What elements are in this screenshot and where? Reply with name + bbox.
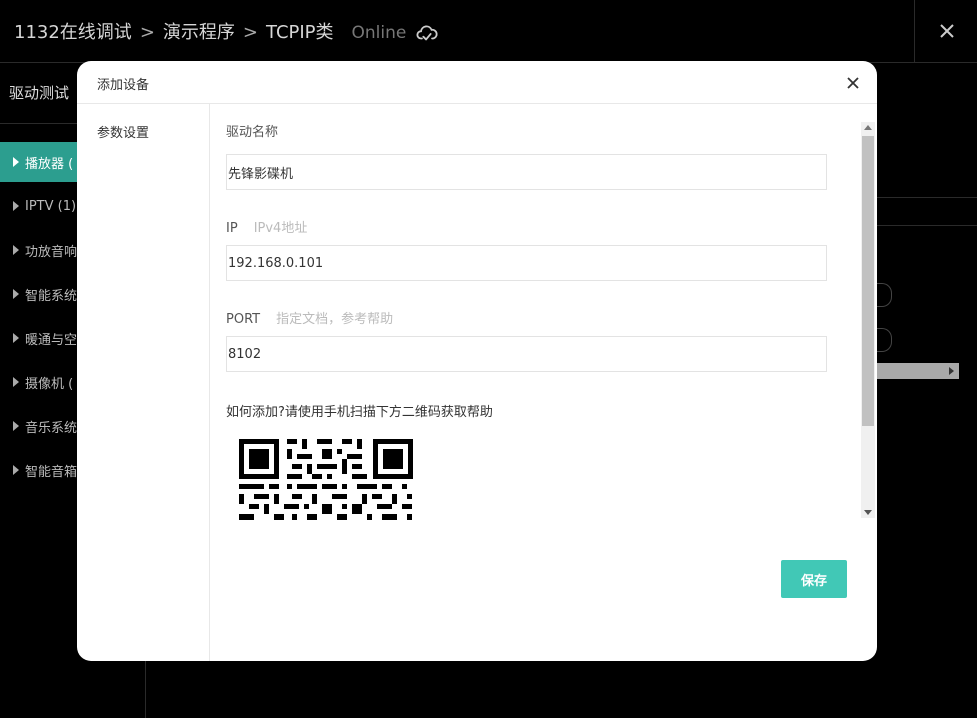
port-input[interactable]: 8102 [226, 336, 827, 372]
scroll-down-icon[interactable] [864, 510, 872, 515]
close-icon [939, 24, 954, 38]
dialog-nav: 参数设置 [77, 104, 210, 661]
category-label: 播放器 ( [25, 156, 74, 172]
category-label: 音乐系统 [25, 420, 78, 436]
divider [877, 197, 977, 198]
breadcrumb: 1132在线调试 > 演示程序 > TCPIP类 Online [14, 18, 406, 44]
category-label: 功放音响 [25, 244, 78, 260]
port-label: PORT [226, 312, 261, 327]
scroll-up-icon[interactable] [864, 125, 872, 130]
background-horizontal-scrollbar[interactable] [877, 363, 959, 379]
caret-right-icon [13, 421, 19, 431]
caret-right-icon [13, 333, 19, 343]
breadcrumb-separator: > [139, 22, 155, 43]
ip-input[interactable]: 192.168.0.101 [226, 245, 827, 281]
caret-right-icon [13, 245, 19, 255]
form-vertical-scrollbar[interactable] [861, 122, 875, 518]
online-status: Online [351, 23, 407, 43]
category-label: 摄像机 ( [25, 376, 74, 392]
caret-right-icon [13, 289, 19, 299]
add-device-dialog: 添加设备 参数设置 驱动名称 先锋影碟机 IP IPv4地址 192.168.0.… [77, 61, 877, 661]
save-button[interactable]: 保存 [781, 560, 847, 598]
driver-name-label: 驱动名称 [226, 125, 279, 140]
dialog-header: 添加设备 [77, 61, 877, 104]
category-label: IPTV (1) [25, 198, 77, 214]
panel-title: 驱动测试 [9, 84, 70, 102]
top-bar: 1132在线调试 > 演示程序 > TCPIP类 Online [0, 0, 977, 63]
nav-item-parameters[interactable]: 参数设置 [97, 122, 149, 141]
breadcrumb-item-category[interactable]: TCPIP类 [266, 22, 334, 43]
background-input-edge [877, 328, 892, 352]
driver-name-input[interactable]: 先锋影碟机 [226, 154, 827, 190]
window-close-button[interactable] [914, 0, 977, 62]
scrollbar-thumb[interactable] [862, 136, 874, 426]
close-icon[interactable] [845, 75, 861, 91]
port-label-row: PORT 指定文档，参考帮助 [226, 308, 393, 327]
breadcrumb-item-project[interactable]: 1132在线调试 [14, 22, 132, 43]
ip-hint: IPv4地址 [253, 221, 308, 236]
ip-label: IP [226, 221, 238, 236]
caret-right-icon [13, 157, 19, 167]
caret-right-icon [13, 465, 19, 475]
qr-help-text: 如何添加?请使用手机扫描下方二维码获取帮助 [226, 405, 493, 420]
caret-right-icon [13, 201, 19, 211]
cloud-sync-icon[interactable] [416, 22, 438, 44]
category-label: 智能音箱 [25, 464, 78, 480]
port-hint: 指定文档，参考帮助 [276, 312, 394, 327]
ip-label-row: IP IPv4地址 [226, 217, 307, 236]
scroll-right-icon [949, 367, 954, 375]
background-input-edge [877, 283, 892, 307]
qr-code-icon [238, 438, 414, 520]
divider [877, 225, 977, 226]
category-label: 暖通与空 [25, 332, 78, 348]
caret-right-icon [13, 377, 19, 387]
breadcrumb-separator: > [242, 22, 258, 43]
breadcrumb-item-program[interactable]: 演示程序 [163, 22, 235, 43]
category-label: 智能系统 [25, 288, 78, 304]
dialog-title: 添加设备 [97, 78, 150, 93]
